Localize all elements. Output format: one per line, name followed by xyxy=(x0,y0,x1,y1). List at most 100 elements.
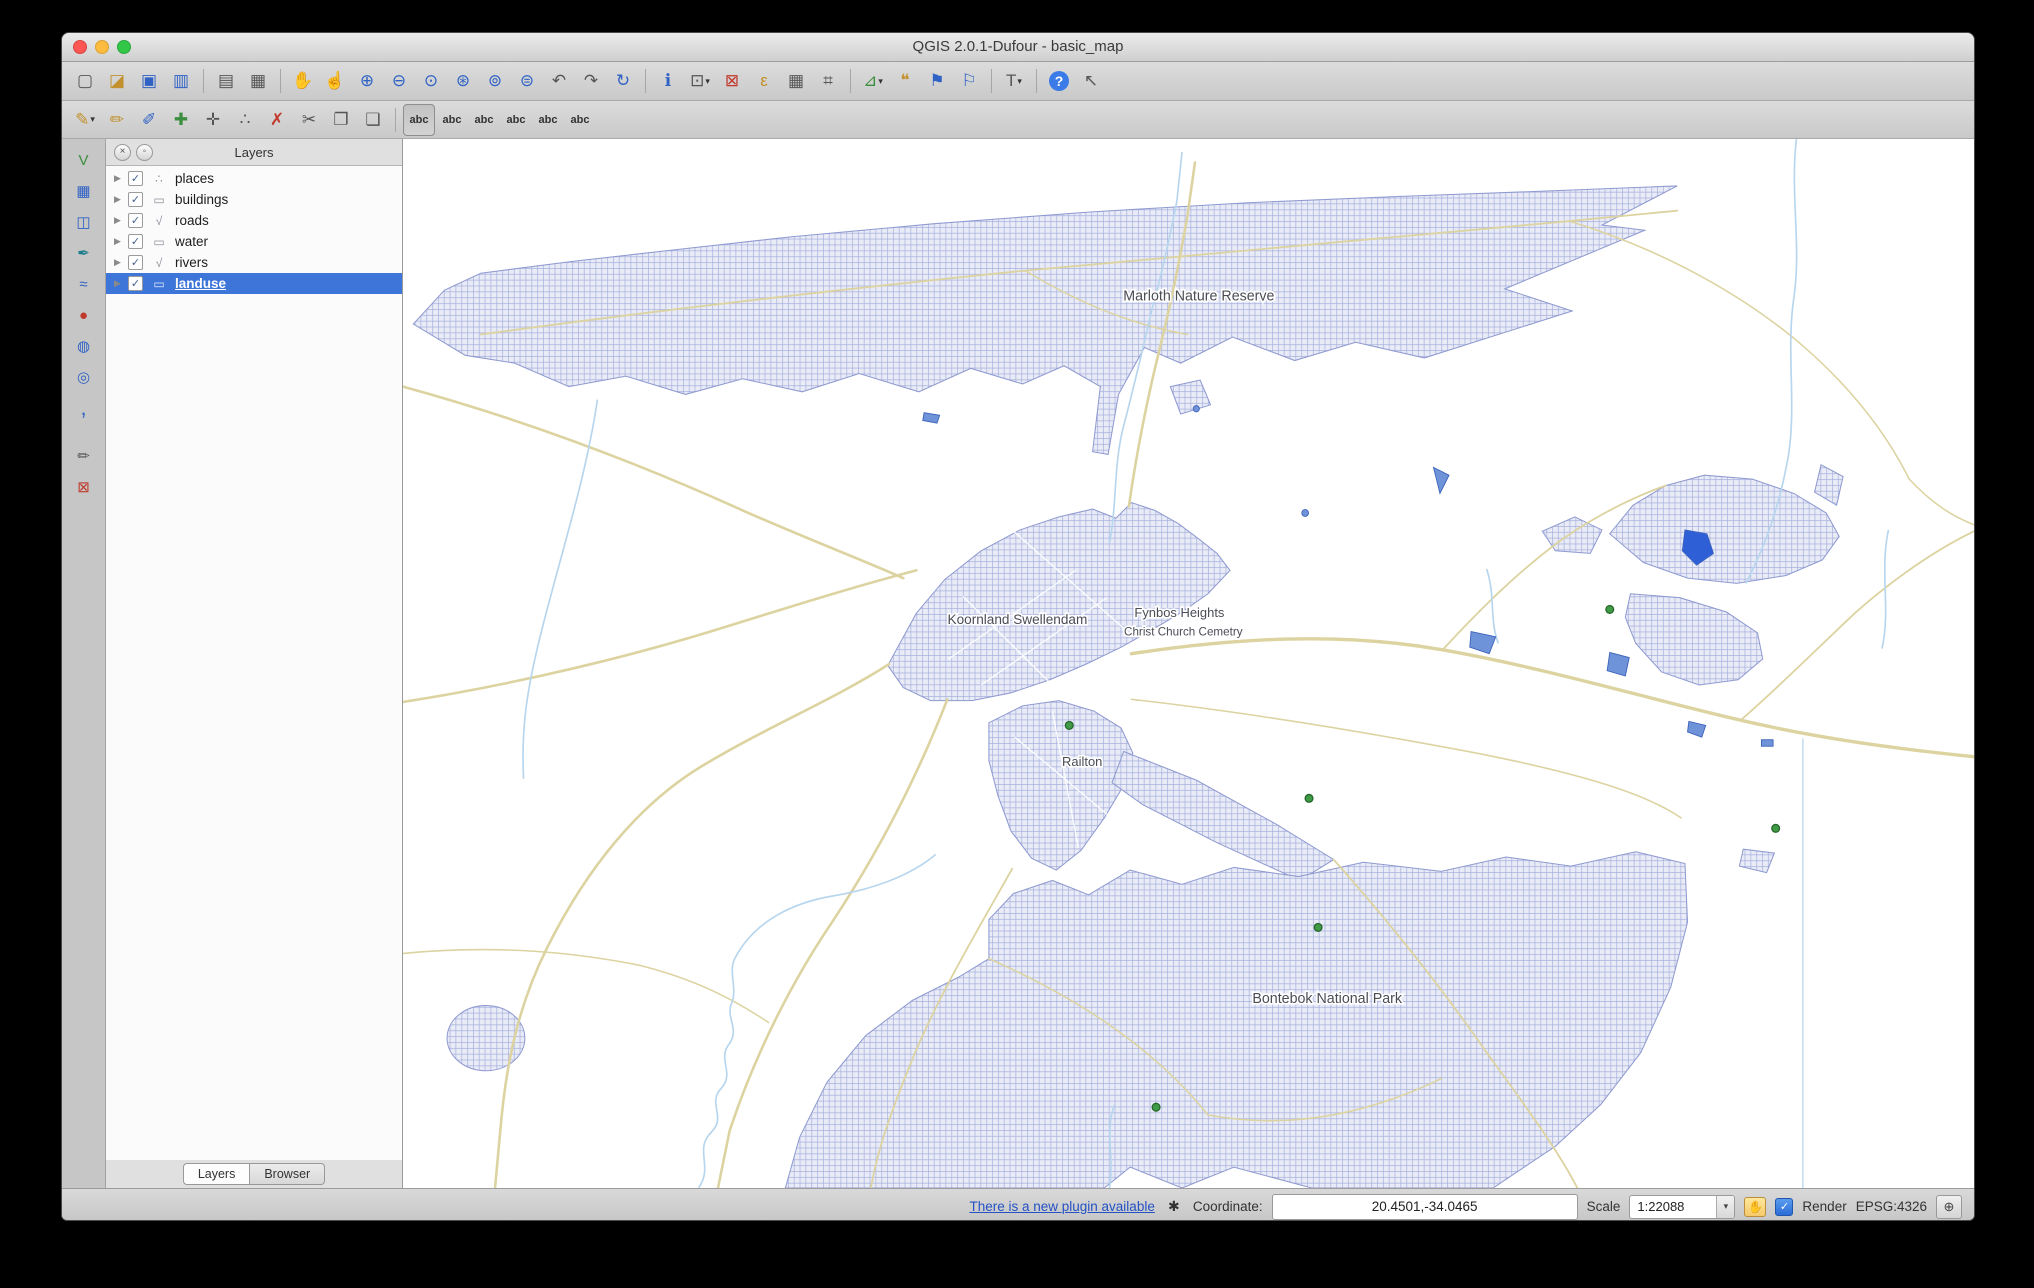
layer-label[interactable]: landuse xyxy=(175,276,226,291)
zoom-native-button[interactable]: ⊙ xyxy=(416,66,446,96)
new-shapefile-button[interactable]: ✏ xyxy=(70,443,98,469)
new-bookmark-button[interactable]: ⚑ xyxy=(922,66,952,96)
plugin-available-link[interactable]: There is a new plugin available xyxy=(969,1199,1154,1214)
zoom-last-button[interactable]: ↶ xyxy=(544,66,574,96)
label-properties-button[interactable]: abc xyxy=(565,105,595,135)
layer-checkbox[interactable]: ✓ xyxy=(128,171,143,186)
scale-combo[interactable]: 1:22088 ▾ xyxy=(1629,1194,1736,1219)
add-mssql-layer-button[interactable]: ≈ xyxy=(70,271,98,297)
toggle-editing-button[interactable]: ✏ xyxy=(102,105,132,135)
add-feature-button[interactable]: ✚ xyxy=(166,105,196,135)
pan-map-button[interactable]: ✋ xyxy=(288,66,318,96)
expand-arrow-icon[interactable]: ▶ xyxy=(112,215,123,226)
measure-button[interactable]: ⊿ ▾ xyxy=(858,66,888,96)
add-delimited-text-button[interactable]: , xyxy=(70,395,98,421)
add-oracle-layer-button[interactable]: ● xyxy=(70,302,98,328)
remove-layer-button[interactable]: ⊠ xyxy=(70,474,98,500)
zoom-to-layer-button[interactable]: ⊜ xyxy=(512,66,542,96)
current-edits-button[interactable]: ✎ ▾ xyxy=(70,105,100,135)
layer-label[interactable]: places xyxy=(175,171,214,186)
layer-label[interactable]: water xyxy=(175,234,208,249)
layer-label[interactable]: roads xyxy=(175,213,209,228)
tab-browser[interactable]: Browser xyxy=(249,1163,326,1185)
expand-arrow-icon[interactable]: ▶ xyxy=(112,278,123,289)
layer-checkbox[interactable]: ✓ xyxy=(128,276,143,291)
attribute-table-button[interactable]: ▦ xyxy=(781,66,811,96)
select-features-button[interactable]: ⊡ ▾ xyxy=(685,66,715,96)
layer-row-roads[interactable]: ▶ ✓ √ roads xyxy=(106,210,402,231)
render-checkbox[interactable]: ✓ xyxy=(1775,1197,1794,1216)
tab-layers[interactable]: Layers xyxy=(182,1163,250,1185)
layer-checkbox[interactable]: ✓ xyxy=(128,192,143,207)
paste-features-button[interactable]: ❏ xyxy=(358,105,388,135)
stop-rendering-icon[interactable]: ✋ xyxy=(1744,1196,1767,1217)
text-annotation-button[interactable]: T ▾ xyxy=(999,66,1029,96)
add-raster-layer-button[interactable]: ▦ xyxy=(70,178,98,204)
layer-checkbox[interactable]: ✓ xyxy=(128,255,143,270)
plugin-icon[interactable]: ✱ xyxy=(1164,1197,1184,1217)
close-window-button[interactable] xyxy=(73,40,87,54)
layer-row-rivers[interactable]: ▶ ✓ √ rivers xyxy=(106,252,402,273)
layer-label[interactable]: rivers xyxy=(175,255,208,270)
zoom-window-button[interactable] xyxy=(117,40,131,54)
node-tool-button[interactable]: ∴ xyxy=(230,105,260,135)
coordinate-input[interactable] xyxy=(1271,1193,1578,1220)
cut-features-button[interactable]: ✂ xyxy=(294,105,324,135)
panel-float-button[interactable]: ◦ xyxy=(136,144,153,161)
crs-picker-button[interactable]: ⊕ xyxy=(1936,1194,1962,1219)
layer-label[interactable]: buildings xyxy=(175,192,228,207)
zoom-next-button[interactable]: ↷ xyxy=(576,66,606,96)
help-button[interactable]: ? xyxy=(1044,66,1074,96)
composer-manager-button[interactable]: ▦ xyxy=(243,66,273,96)
expand-arrow-icon[interactable]: ▶ xyxy=(112,236,123,247)
layer-checkbox[interactable]: ✓ xyxy=(128,234,143,249)
show-bookmarks-button[interactable]: ⚐ xyxy=(954,66,984,96)
delete-selected-button[interactable]: ✗ xyxy=(262,105,292,135)
layer-row-water[interactable]: ▶ ✓ ▭ water xyxy=(106,231,402,252)
layer-row-landuse[interactable]: ▶ ✓ ▭ landuse xyxy=(106,273,402,294)
identify-button[interactable]: ℹ xyxy=(653,66,683,96)
expand-arrow-icon[interactable]: ▶ xyxy=(112,173,123,184)
label-rotate-button[interactable]: abc xyxy=(533,105,563,135)
label-pin-button[interactable]: abc xyxy=(437,105,467,135)
add-spatialite-layer-button[interactable]: ✒ xyxy=(70,240,98,266)
add-postgis-layer-button[interactable]: ◫ xyxy=(70,209,98,235)
label-move-button[interactable]: abc xyxy=(501,105,531,135)
expand-arrow-icon[interactable]: ▶ xyxy=(112,257,123,268)
copy-features-button[interactable]: ❐ xyxy=(326,105,356,135)
map-canvas[interactable]: Marloth Nature Reserve Koornland Swellen… xyxy=(403,139,1974,1188)
new-composer-button[interactable]: ▤ xyxy=(211,66,241,96)
map-tips-button[interactable]: ❝ xyxy=(890,66,920,96)
minimize-window-button[interactable] xyxy=(95,40,109,54)
label-highlight-button[interactable]: abc xyxy=(469,105,499,135)
zoom-to-selection-button[interactable]: ⊚ xyxy=(480,66,510,96)
zoom-in-button[interactable]: ⊕ xyxy=(352,66,382,96)
zoom-full-button[interactable]: ⊛ xyxy=(448,66,478,96)
chevron-down-icon[interactable]: ▾ xyxy=(1716,1195,1735,1218)
add-vector-layer-button[interactable]: V xyxy=(70,147,98,173)
expand-arrow-icon[interactable]: ▶ xyxy=(112,194,123,205)
zoom-out-button[interactable]: ⊖ xyxy=(384,66,414,96)
point-layer-icon: ∴ xyxy=(155,171,163,186)
pan-to-selection-button[interactable]: ☝ xyxy=(320,66,350,96)
move-feature-button[interactable]: ✛ xyxy=(198,105,228,135)
open-project-button[interactable]: ◪ xyxy=(102,66,132,96)
layer-row-places[interactable]: ▶ ✓ ∴ places xyxy=(106,168,402,189)
deselect-features-button[interactable]: ⊠ xyxy=(717,66,747,96)
labeling-options-button[interactable]: abc xyxy=(403,103,435,136)
select-by-expression-button[interactable]: ε xyxy=(749,66,779,96)
add-wms-layer-button[interactable]: ◍ xyxy=(70,333,98,359)
layer-row-buildings[interactable]: ▶ ✓ ▭ buildings xyxy=(106,189,402,210)
save-project-as-button[interactable]: ▥ xyxy=(166,66,196,96)
add-wfs-layer-button[interactable]: ◎ xyxy=(70,364,98,390)
refresh-map-button[interactable]: ↻ xyxy=(608,66,638,96)
panel-close-button[interactable]: × xyxy=(114,144,131,161)
layer-checkbox[interactable]: ✓ xyxy=(128,213,143,228)
title-bar[interactable]: QGIS 2.0.1-Dufour - basic_map xyxy=(62,33,1974,62)
new-project-button[interactable]: ▢ xyxy=(70,66,100,96)
layers-panel-header[interactable]: × ◦ Layers xyxy=(106,139,402,165)
save-edits-button[interactable]: ✐ xyxy=(134,105,164,135)
save-project-button[interactable]: ▣ xyxy=(134,66,164,96)
field-calculator-button[interactable]: ⌗ xyxy=(813,66,843,96)
whats-this-button[interactable]: ↖ xyxy=(1076,66,1106,96)
